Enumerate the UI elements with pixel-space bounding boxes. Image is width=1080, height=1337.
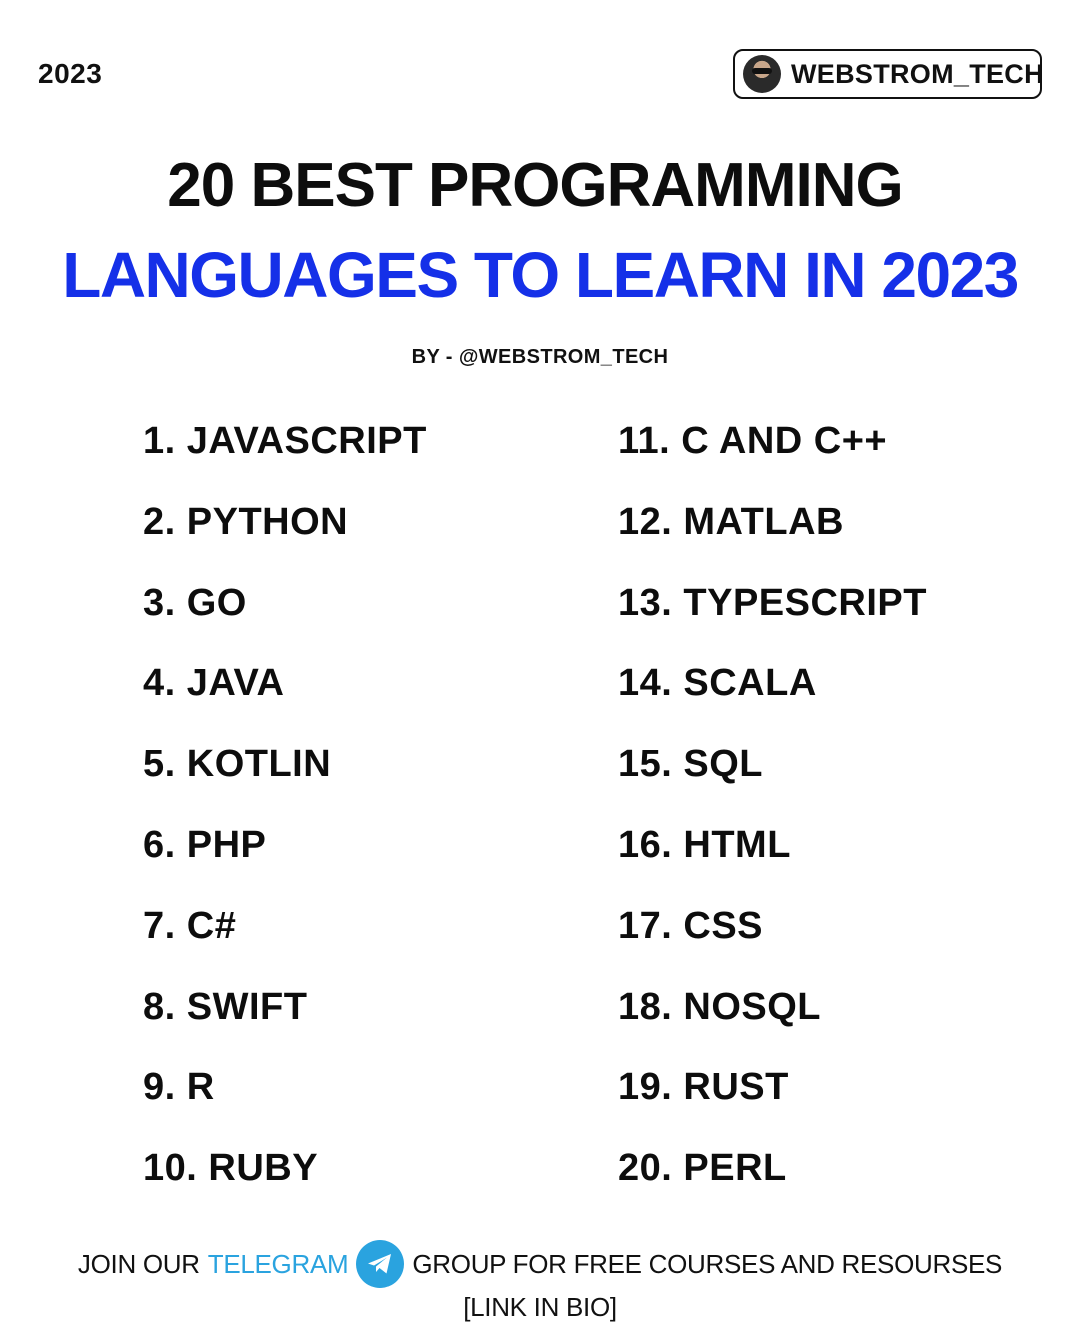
list-item: 13. TYPESCRIPT	[618, 581, 927, 624]
footer-cta: JOIN OUR TELEGRAM GROUP FOR FREE COURSES…	[0, 1240, 1080, 1288]
handle-text: WEBSTROM_TECH	[791, 58, 1044, 89]
handle-badge[interactable]: WEBSTROM_TECH	[733, 49, 1044, 99]
list-item: 17. CSS	[618, 904, 764, 947]
group-text: GROUP FOR FREE COURSES AND RESOURSES	[412, 1248, 1003, 1279]
list-item: 11. C AND C++	[618, 420, 888, 462]
list-item: 10. RUBY	[143, 1147, 319, 1190]
list-item: 20. PERL	[618, 1147, 787, 1190]
title-line-1: 20 BEST PROGRAMMING	[167, 151, 903, 220]
list-item: 16. HTML	[618, 823, 791, 866]
list-item: 5. KOTLIN	[143, 743, 332, 786]
telegram-link[interactable]: TELEGRAM	[208, 1249, 349, 1280]
avatar	[743, 55, 781, 93]
language-list-right: 11. C AND C++ 12. MATLAB 13. TYPESCRIPT …	[618, 417, 927, 1225]
paper-plane-icon	[368, 1254, 392, 1274]
byline: BY - @WEBSTROM_TECH	[411, 346, 669, 368]
list-item: 15. SQL	[618, 743, 763, 786]
link-in-bio: [LINK IN BIO]	[463, 1292, 617, 1322]
list-item: 18. NOSQL	[618, 985, 821, 1028]
telegram-icon[interactable]	[356, 1240, 405, 1288]
language-list-left: 1. JAVASCRIPT 2. PYTHON 3. GO 4. JAVA 5.…	[143, 417, 427, 1225]
list-item: 6. PHP	[143, 823, 267, 866]
list-item: 9. R	[143, 1066, 215, 1109]
list-item: 8. SWIFT	[143, 985, 308, 1028]
list-item: 7. C#	[143, 904, 237, 947]
list-item: 4. JAVA	[143, 662, 285, 705]
join-text: JOIN OUR	[77, 1248, 200, 1279]
list-item: 1. JAVASCRIPT	[143, 420, 427, 462]
list-item: 12. MATLAB	[618, 500, 844, 543]
footer: JOIN OUR TELEGRAM GROUP FOR FREE COURSES…	[0, 1240, 1080, 1323]
list-item: 14. SCALA	[618, 662, 817, 705]
year-label: 2023	[38, 58, 103, 89]
list-item: 3. GO	[143, 581, 247, 624]
list-item: 2. PYTHON	[143, 500, 349, 543]
title-line-2: LANGUAGES TO LEARN IN 2023	[62, 239, 1019, 311]
list-item: 19. RUST	[618, 1066, 789, 1109]
